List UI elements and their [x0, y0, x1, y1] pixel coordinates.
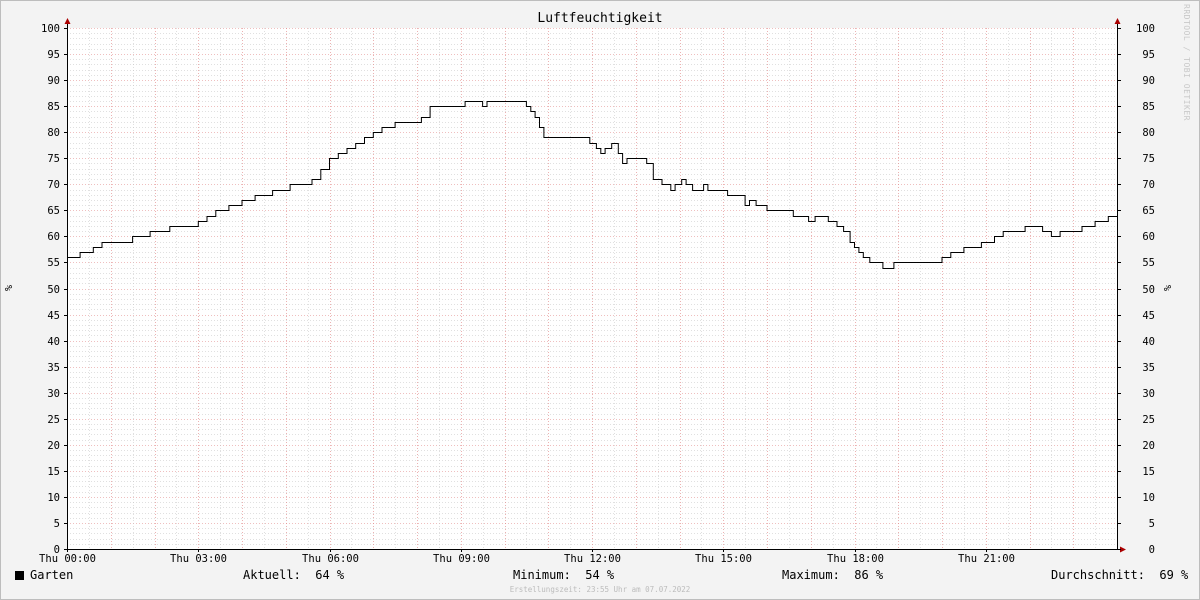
y-tick-label-right: 40	[1142, 336, 1155, 348]
y-tick-label-left: 25	[47, 414, 60, 426]
y-tick-label-left: 20	[47, 440, 60, 452]
x-tick-label: Thu 21:00	[958, 553, 1015, 565]
y-tick-label-left: 75	[47, 153, 60, 165]
x-tick-label: Thu 03:00	[170, 553, 227, 565]
y-tick-label-left: 80	[47, 127, 60, 139]
y-tick-label-left: 85	[47, 101, 60, 113]
legend-average: Durchschnitt: 69 %	[1051, 568, 1189, 582]
y-tick-label-right: 20	[1142, 440, 1155, 452]
y-tick-label-left: 45	[47, 310, 60, 322]
y-tick-label-right: 60	[1142, 231, 1155, 243]
y-tick-label-right: 15	[1142, 466, 1155, 478]
y-tick-label-right: 80	[1142, 127, 1155, 139]
legend-minimum: Minimum: 54 %	[513, 568, 615, 582]
x-tick-label: Thu 15:00	[695, 553, 752, 565]
y-tick-label-right: 45	[1142, 310, 1155, 322]
y-tick-label-right: 25	[1142, 414, 1155, 426]
y-tick-label-left: 60	[47, 231, 60, 243]
y-tick-label-left: 90	[47, 75, 60, 87]
y-tick-label-left: 40	[47, 336, 60, 348]
x-tick-label: Thu 06:00	[302, 553, 359, 565]
y-axis-label-left: %	[4, 285, 15, 291]
creation-timestamp: Erstellungszeit: 23:55 Uhr am 07.07.2022	[509, 585, 691, 594]
y-tick-label-right: 55	[1142, 257, 1155, 269]
legend-current: Aktuell: 64 %	[243, 568, 345, 582]
y-tick-label-right: 30	[1142, 388, 1155, 400]
y-tick-label-right: 70	[1142, 179, 1155, 191]
chart-svg: 0 05 510 1015 1520 2025 2530 3035 3540 4045 4550 50…	[4, 18, 1174, 565]
y-tick-label-left: 5	[54, 518, 60, 530]
x-tick-label: Thu 12:00	[564, 553, 621, 565]
x-tick-label: Thu 18:00	[827, 553, 884, 565]
legend-swatch-garten	[15, 571, 24, 580]
y-tick-label-left: 100	[41, 23, 60, 35]
y-tick-label-right: 50	[1142, 284, 1155, 296]
y-tick-label-right: 75	[1142, 153, 1155, 165]
legend-series-name: Garten	[30, 568, 74, 582]
y-axis-label-right: %	[1163, 285, 1174, 291]
legend-maximum: Maximum: 86 %	[782, 568, 884, 582]
y-tick-label-left: 55	[47, 257, 60, 269]
y-tick-label-right: 100	[1136, 23, 1155, 35]
y-tick-label-right: 95	[1142, 49, 1155, 61]
x-tick-label: Thu 09:00	[433, 553, 490, 565]
y-tick-label-left: 95	[47, 49, 60, 61]
y-tick-label-left: 50	[47, 284, 60, 296]
y-tick-label-left: 30	[47, 388, 60, 400]
y-tick-label-right: 65	[1142, 205, 1155, 217]
y-axis-arrow-left	[64, 18, 71, 24]
y-tick-label-left: 10	[47, 492, 60, 504]
y-tick-label-right: 85	[1142, 101, 1155, 113]
y-tick-label-right: 35	[1142, 362, 1155, 374]
y-tick-label-left: 35	[47, 362, 60, 374]
y-axis-arrow-right	[1114, 18, 1121, 24]
x-tick-label: Thu 00:00	[39, 553, 96, 565]
y-tick-label-right: 0	[1149, 544, 1155, 556]
y-tick-label-left: 70	[47, 179, 60, 191]
y-tick-label-right: 10	[1142, 492, 1155, 504]
plot-area	[67, 28, 1117, 549]
y-tick-label-left: 65	[47, 205, 60, 217]
y-tick-label-left: 15	[47, 466, 60, 478]
y-tick-label-right: 5	[1149, 518, 1155, 530]
y-tick-label-right: 90	[1142, 75, 1155, 87]
